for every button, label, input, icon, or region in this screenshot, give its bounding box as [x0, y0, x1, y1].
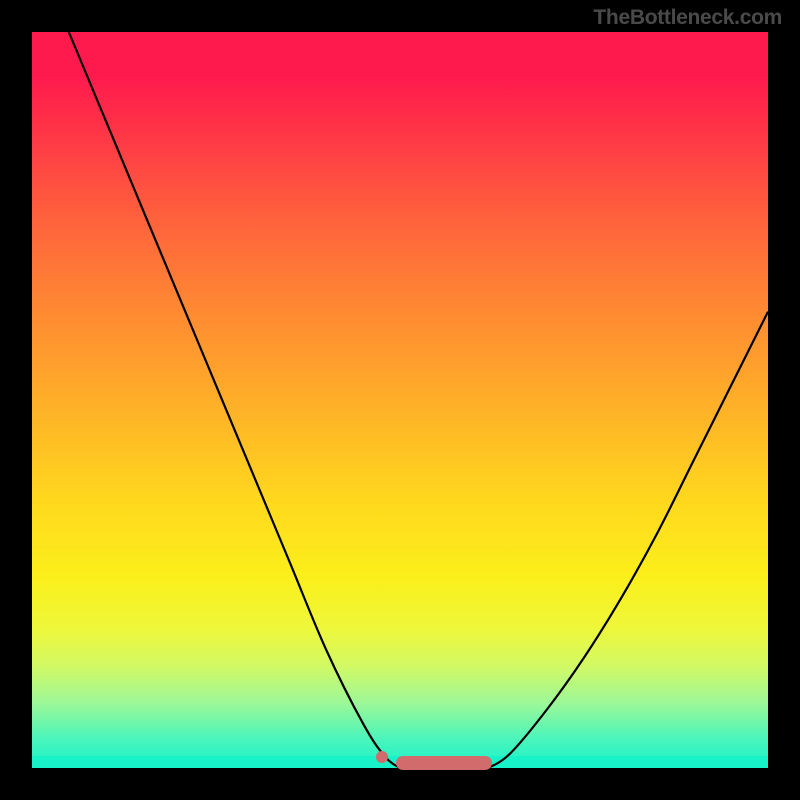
plateau-left-dot	[376, 751, 388, 763]
plateau-marker	[396, 756, 492, 770]
curve-right-branch	[488, 312, 768, 768]
curve-left-branch	[69, 32, 400, 768]
watermark-text: TheBottleneck.com	[593, 6, 782, 30]
chart-svg	[32, 32, 768, 768]
chart-plot-area	[32, 32, 768, 768]
